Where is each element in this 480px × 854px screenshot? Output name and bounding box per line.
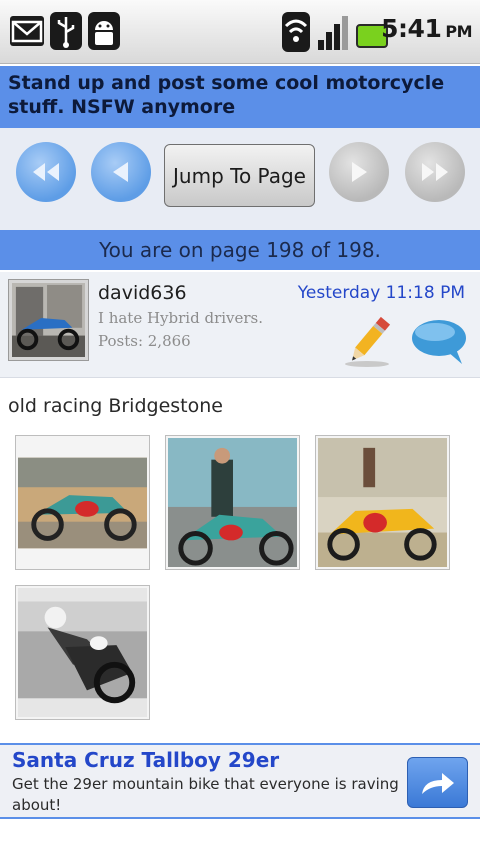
clock: 5:41 PM <box>381 14 472 43</box>
attachment-thumbnail[interactable] <box>15 435 150 570</box>
ad-banner[interactable]: Santa Cruz Tallboy 29er Get the 29er mou… <box>0 743 480 819</box>
page-navigation: Jump To Page <box>0 128 480 230</box>
post-text: old racing Bridgestone <box>8 395 223 417</box>
attachment-thumbnail[interactable] <box>315 435 450 570</box>
post-header: david636 I hate Hybrid drivers. Posts: 2… <box>0 272 480 378</box>
user-title: I hate Hybrid drivers. <box>98 309 264 327</box>
android-debug-icon <box>88 12 120 50</box>
rewind-icon <box>33 163 59 181</box>
last-page-button[interactable] <box>405 142 465 202</box>
edit-pencil-icon[interactable] <box>343 312 393 368</box>
ad-title[interactable]: Santa Cruz Tallboy 29er <box>12 748 279 772</box>
next-page-button[interactable] <box>329 142 389 202</box>
first-page-button[interactable] <box>16 142 76 202</box>
status-bar: 5:41 PM <box>0 0 480 64</box>
post-username[interactable]: david636 <box>98 282 187 304</box>
attachment-thumbnail[interactable] <box>15 585 150 720</box>
gmail-icon <box>10 16 44 46</box>
page-indicator: You are on page 198 of 198. <box>0 230 480 270</box>
jump-to-page-button[interactable]: Jump To Page <box>164 144 315 207</box>
previous-page-button[interactable] <box>91 142 151 202</box>
reply-speech-bubble-icon[interactable] <box>408 316 468 368</box>
post-timestamp: Yesterday 11:18 PM <box>297 283 465 303</box>
wifi-icon <box>282 12 310 52</box>
ad-body: Get the 29er mountain bike that everyone… <box>12 775 399 814</box>
share-arrow-icon <box>421 772 454 794</box>
ad-open-button[interactable] <box>407 757 468 808</box>
arrow-left-icon <box>113 162 128 182</box>
signal-icon <box>316 12 352 52</box>
avatar[interactable] <box>8 279 89 361</box>
fast-forward-icon <box>422 163 448 181</box>
usb-icon <box>50 12 82 50</box>
attachment-thumbnail[interactable] <box>165 435 300 570</box>
arrow-right-icon <box>352 162 367 182</box>
thread-title: Stand up and post some cool motorcycle s… <box>0 66 480 128</box>
user-post-count: Posts: 2,866 <box>98 332 191 350</box>
